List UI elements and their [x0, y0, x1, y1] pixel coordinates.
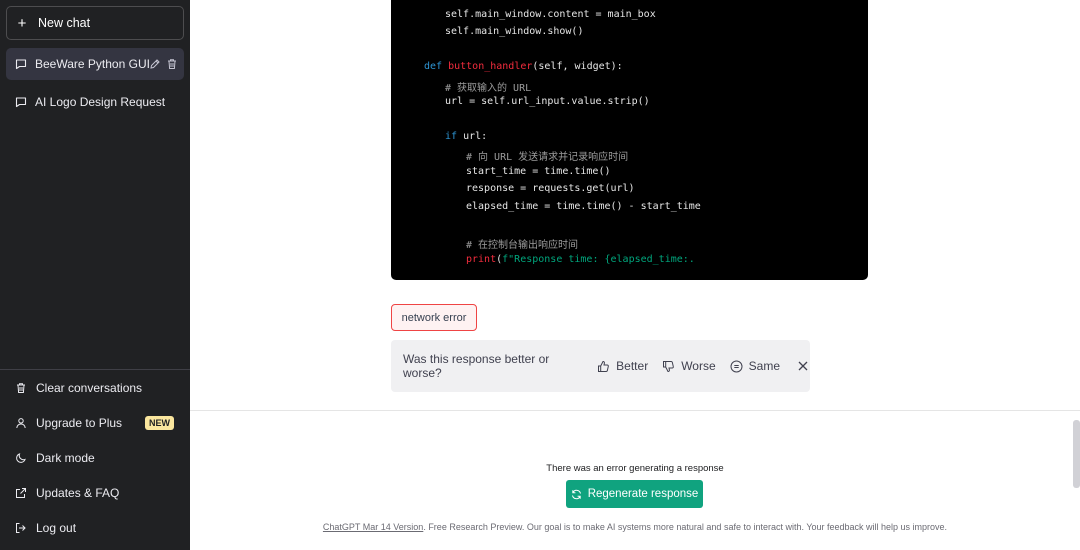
- code-line: response = requests.get(url): [466, 183, 635, 194]
- upgrade-to-plus-button[interactable]: Upgrade to Plus NEW: [6, 408, 184, 438]
- code-comment: # 获取输入的 URL: [445, 83, 532, 94]
- code-line: start_time = time.time(): [466, 166, 611, 177]
- regenerate-label: Regenerate response: [587, 488, 699, 500]
- menu-label: Updates & FAQ: [36, 486, 120, 500]
- user-icon: [15, 417, 27, 429]
- conversation-item-beeware[interactable]: BeeWare Python GUI: [6, 48, 184, 80]
- code-line: self.main_window.content = main_box: [445, 9, 656, 20]
- worse-label: Worse: [681, 359, 716, 373]
- scrollbar-thumb[interactable]: [1073, 420, 1080, 488]
- clear-conversations-button[interactable]: Clear conversations: [6, 373, 184, 403]
- trash-icon: [15, 382, 27, 394]
- equal-circle-icon: [730, 360, 743, 373]
- conversation-title: AI Logo Design Request: [35, 95, 166, 109]
- dark-mode-button[interactable]: Dark mode: [6, 443, 184, 473]
- better-button[interactable]: Better: [597, 359, 648, 373]
- plus-icon: +: [17, 14, 27, 32]
- close-icon[interactable]: [796, 359, 810, 373]
- code-line: self.main_window.show(): [445, 26, 584, 37]
- chat-main: self.main_window.content = main_box self…: [190, 0, 1080, 550]
- updates-faq-link[interactable]: Updates & FAQ: [6, 478, 184, 508]
- version-link[interactable]: ChatGPT Mar 14 Version: [323, 522, 423, 532]
- footer-text: ChatGPT Mar 14 Version. Free Research Pr…: [322, 522, 948, 532]
- code-comment: # 在控制台输出响应时间: [466, 240, 579, 251]
- error-message: There was an error generating a response: [546, 463, 724, 474]
- code-line: elapsed_time = time.time() - start_time: [466, 201, 701, 212]
- trash-icon[interactable]: [166, 58, 178, 70]
- feedback-question: Was this response better or worse?: [403, 352, 550, 380]
- same-label: Same: [748, 359, 780, 373]
- thumbs-up-icon: [597, 360, 610, 373]
- composer-area: There was an error generating a response…: [190, 410, 1080, 550]
- feedback-bar: Was this response better or worse? Bette…: [391, 340, 810, 392]
- new-chat-button[interactable]: + New chat: [6, 6, 184, 40]
- logout-icon: [15, 522, 27, 534]
- refresh-icon: [571, 489, 582, 500]
- sidebar-bottom-menu: [0, 369, 190, 370]
- better-label: Better: [616, 359, 649, 373]
- thumbs-down-icon: [662, 360, 675, 373]
- code-line: print(f"Response time: {elapsed_time:.: [466, 254, 695, 265]
- new-badge: NEW: [145, 416, 174, 430]
- network-error-badge: network error: [391, 304, 477, 331]
- log-out-button[interactable]: Log out: [6, 513, 184, 543]
- chat-bubble-icon: [15, 96, 27, 108]
- menu-label: Dark mode: [36, 451, 95, 465]
- moon-icon: [15, 452, 27, 464]
- worse-button[interactable]: Worse: [662, 359, 716, 373]
- same-button[interactable]: Same: [730, 359, 780, 373]
- regenerate-response-button[interactable]: Regenerate response: [566, 480, 703, 508]
- menu-label: Clear conversations: [36, 381, 143, 395]
- code-block: self.main_window.content = main_box self…: [391, 0, 868, 280]
- menu-label: Log out: [36, 521, 77, 535]
- code-line: def button_handler(self, widget):: [424, 61, 623, 72]
- code-comment: # 向 URL 发送请求并记录响应时间: [466, 152, 629, 163]
- sidebar: + New chat BeeWare Python GUI AI Logo De…: [0, 0, 190, 550]
- conversation-title: BeeWare Python GUI: [35, 57, 149, 71]
- new-chat-label: New chat: [38, 16, 91, 30]
- code-line: url = self.url_input.value.strip(): [445, 96, 650, 107]
- code-line: if url:: [445, 131, 488, 142]
- menu-label: Upgrade to Plus: [36, 416, 123, 430]
- chat-bubble-icon: [15, 58, 27, 70]
- conversation-item-ai-logo[interactable]: AI Logo Design Request: [6, 86, 184, 118]
- external-link-icon: [15, 487, 27, 499]
- edit-icon[interactable]: [149, 58, 161, 70]
